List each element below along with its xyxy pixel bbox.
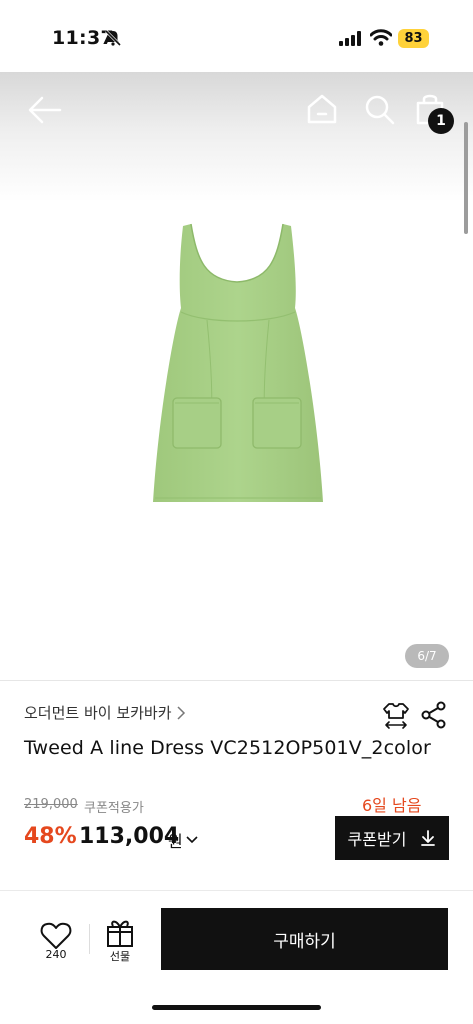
- divider: [0, 680, 473, 681]
- get-coupon-label: 쿠폰받기: [347, 830, 407, 849]
- original-price: 219,000: [24, 797, 78, 812]
- price-detail-toggle[interactable]: 원: [168, 828, 199, 852]
- share-icon[interactable]: [420, 700, 448, 730]
- scrollbar[interactable]: [464, 122, 468, 234]
- like-count: 240: [45, 948, 67, 961]
- coupon-price-label: 쿠폰적용가: [84, 801, 144, 816]
- chevron-down-icon: [186, 836, 198, 844]
- wifi-icon: [370, 29, 392, 46]
- currency-label: 원: [168, 832, 183, 851]
- gift-icon[interactable]: [104, 916, 136, 948]
- brand-name: 오더먼트 바이 보카바카: [24, 704, 172, 722]
- home-indicator: [152, 1005, 321, 1010]
- image-counter: 6/7: [405, 644, 449, 668]
- status-bar: 11:37 83: [0, 0, 473, 72]
- chevron-right-icon: [177, 705, 185, 720]
- battery-indicator: 83: [398, 29, 429, 48]
- coupon-days-left: 6일 남음: [362, 796, 422, 815]
- back-arrow-icon[interactable]: [28, 96, 62, 124]
- home-icon[interactable]: [305, 92, 339, 126]
- product-title: Tweed A line Dress VC2512OP501V_2color: [24, 737, 431, 759]
- get-coupon-button[interactable]: 쿠폰받기: [335, 816, 449, 860]
- discount-rate: 48%: [24, 824, 77, 849]
- product-dress-image: [153, 223, 323, 502]
- cart-count-badge: 1: [428, 108, 454, 134]
- sale-price: 113,004: [79, 824, 180, 849]
- divider: [89, 924, 90, 954]
- gift-label: 선물: [109, 950, 131, 963]
- divider: [0, 890, 473, 891]
- cellular-signal-icon: [339, 31, 361, 46]
- size-guide-icon[interactable]: [381, 700, 411, 730]
- brand-link[interactable]: 오더먼트 바이 보카바카: [24, 702, 186, 723]
- buy-button[interactable]: 구매하기: [161, 908, 448, 970]
- bell-muted-icon: [104, 29, 122, 47]
- product-image-gallery[interactable]: 1 6/7: [0, 72, 473, 680]
- search-icon[interactable]: [362, 92, 396, 126]
- download-icon: [421, 830, 436, 846]
